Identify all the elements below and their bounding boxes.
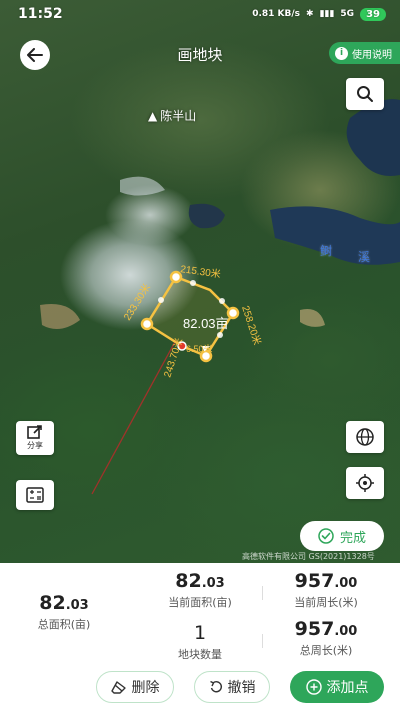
current-perimeter-int: 957 — [294, 570, 335, 592]
locate-button[interactable] — [346, 467, 384, 499]
total-perimeter-dec: .00 — [334, 624, 358, 639]
done-button[interactable]: 完成 — [300, 521, 384, 551]
undo-label: 撤销 — [227, 680, 256, 696]
globe-icon — [356, 428, 374, 446]
total-perimeter-caption: 总周长(米) — [299, 644, 353, 657]
divider — [262, 634, 263, 648]
current-perimeter-stat: 957.00 当前周长(米) — [276, 570, 376, 610]
plot-overlay: 82.03亩 215.30米 233.30米 258.20米 243.70米 6… — [91, 262, 264, 495]
edge-length-label: 243.70米 — [160, 336, 185, 379]
midpoint-handle[interactable] — [219, 298, 225, 304]
vertex-handle[interactable] — [140, 317, 154, 331]
undo-icon — [209, 680, 222, 693]
midpoint-handle[interactable] — [158, 297, 164, 303]
current-perimeter-dec: .00 — [334, 576, 358, 591]
check-circle-icon — [318, 528, 334, 544]
calculator-icon — [26, 487, 44, 503]
share-icon — [27, 425, 42, 439]
edge-length-label: 258.20米 — [239, 304, 264, 347]
pointer-line — [91, 339, 177, 495]
map-layers-button[interactable] — [346, 421, 384, 453]
share-button[interactable]: 分享 — [16, 421, 54, 455]
undo-button[interactable]: 撤销 — [194, 671, 270, 703]
delete-label: 删除 — [131, 680, 160, 696]
current-area-int: 82 — [175, 570, 202, 592]
total-perimeter-int: 957 — [294, 618, 335, 640]
total-perimeter-stat: 957.00 总周长(米) — [276, 618, 376, 658]
vertex-handle[interactable] — [226, 306, 240, 320]
plot-count-stat: 1 地块数量 — [150, 622, 250, 662]
total-area-int: 82 — [39, 592, 66, 614]
plot-count-value: 1 — [193, 622, 207, 644]
done-label: 完成 — [339, 530, 366, 546]
add-point-button[interactable]: 添加点 — [290, 671, 384, 703]
total-area-caption: 总面积(亩) — [37, 618, 91, 631]
plus-circle-icon — [305, 679, 322, 695]
add-point-label: 添加点 — [326, 680, 369, 696]
share-label: 分享 — [27, 441, 43, 450]
midpoint-handle[interactable] — [217, 332, 223, 338]
edge-length-label: 233.30米 — [121, 281, 154, 322]
plot-count-caption: 地块数量 — [178, 648, 222, 661]
current-area-stat: 82.03 当前面积(亩) — [150, 570, 250, 610]
edge-length-label: 6.50米 — [186, 343, 213, 354]
eraser-icon — [110, 681, 126, 694]
delete-button[interactable]: 删除 — [96, 671, 174, 703]
midpoint-handle[interactable] — [190, 280, 196, 286]
map-attribution: 高德软件有限公司 GS(2021)1328号 — [242, 552, 375, 561]
edge-length-label: 215.30米 — [180, 262, 222, 281]
current-area-dec: .03 — [201, 576, 225, 591]
crosshair-icon — [356, 474, 374, 492]
current-area-caption: 当前面积(亩) — [168, 596, 232, 609]
satellite-map[interactable]: 11:52 0.81 KB/s ✱ ▮▮▮ 5G 39 画地块 i 使用说明 ▲ — [0, 0, 400, 563]
plot-area-label: 82.03亩 — [183, 316, 229, 331]
divider — [262, 586, 263, 600]
calculator-button[interactable] — [16, 480, 54, 510]
total-area-dec: .03 — [65, 598, 89, 613]
total-area-stat: 82.03 总面积(亩) — [22, 592, 106, 632]
current-perimeter-caption: 当前周长(米) — [294, 596, 358, 609]
